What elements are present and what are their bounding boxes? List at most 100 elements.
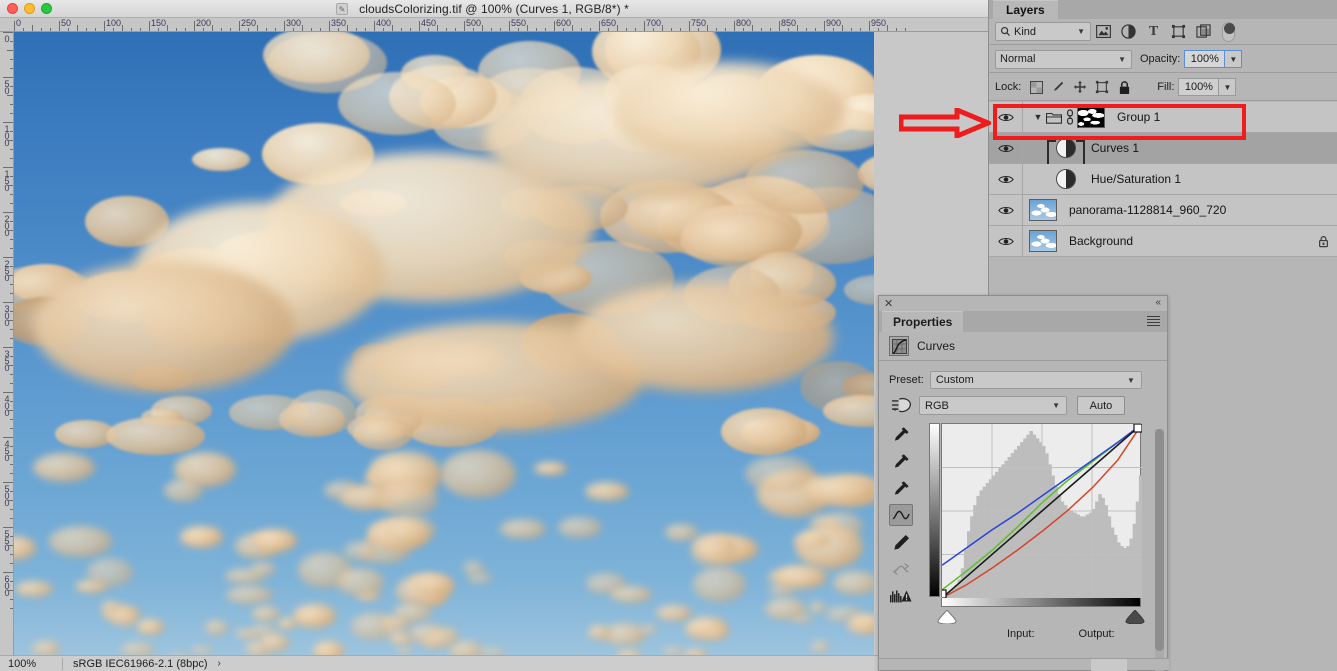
lock-transparent-pixels-icon[interactable] [1025,77,1047,97]
layer-visibility-toggle[interactable] [989,101,1023,133]
curves-plot-area[interactable] [937,423,1143,599]
layer-visibility-toggle[interactable] [989,194,1023,226]
cloud-shape [809,602,826,613]
lock-artboard-icon[interactable] [1091,77,1113,97]
ruler-minor-tick [383,28,384,31]
type-layer-filter-icon[interactable]: T [1141,21,1166,43]
table-row[interactable]: panorama-1128814_960_720 [989,194,1337,226]
horizontal-ruler[interactable]: 0 50 100 150 200 250 300 350 400 450 500 550 600 650 7… [0,18,988,32]
ruler-minor-tick [113,28,114,31]
ruler-minor-tick [7,545,13,546]
ruler-minor-tick [401,28,402,31]
status-expand-arrow[interactable]: › [208,658,221,669]
smart-object-filter-icon[interactable] [1191,21,1216,43]
channel-select[interactable]: RGB ▼ [919,396,1067,415]
ruler-minor-tick [518,28,519,31]
adjustment-thumbnail-selected[interactable] [1045,138,1087,170]
targeted-adjustment-icon[interactable] [887,396,917,415]
vertical-ruler[interactable]: 0 50 100 150 200 250 300 350 400 450 500 550 600 [0,32,14,655]
cloud-shape [192,147,251,172]
cloud-shape [288,390,356,436]
ruler-minor-tick [626,28,627,31]
smooth-curve-icon[interactable] [889,558,913,580]
fill-stepper[interactable]: ▼ [1219,78,1237,96]
layer-name[interactable]: Hue/Saturation 1 [1091,172,1337,186]
image-canvas[interactable] [14,32,874,655]
layer-filter-kind-select[interactable]: Kind ▼ [995,22,1091,41]
layer-visibility-toggle[interactable] [989,225,1023,257]
layer-thumbnail[interactable] [1029,199,1057,221]
histogram-warning-icon[interactable] [889,585,913,607]
white-point-slider[interactable] [1125,610,1145,624]
lock-position-icon[interactable] [1069,77,1091,97]
preset-select[interactable]: Custom ▼ [929,371,1142,389]
gray-point-eyedropper-icon[interactable] [889,450,913,472]
cloud-shape [225,585,274,605]
table-row[interactable]: Curves 1 [989,132,1337,170]
opacity-stepper[interactable]: ▼ [1225,50,1243,68]
curve-point-tool-icon[interactable] [889,504,913,526]
blend-mode-select[interactable]: Normal ▼ [995,49,1132,69]
adjustment-thumbnail-wrap[interactable] [1045,169,1087,189]
layer-visibility-toggle[interactable] [989,132,1023,164]
input-label: Input: [1007,628,1035,640]
collapse-panel-icon[interactable]: « [1155,297,1161,308]
panel-menu-icon[interactable] [1147,316,1160,328]
ruler-minor-tick [10,131,13,132]
histogram-bar [963,549,968,598]
curve-point-white[interactable] [1133,423,1143,433]
table-row[interactable]: ▼ Group 1 [989,101,1337,133]
ruler-major-tick [3,437,13,438]
ruler-minor-tick [815,28,816,31]
histogram-bar [1138,475,1143,598]
adjustment-layer-filter-icon[interactable] [1116,21,1141,43]
zoom-level[interactable]: 100% [0,658,62,670]
tab-layers[interactable]: Layers [993,0,1058,19]
ruler-label: 0 [2,34,12,41]
ruler-label: 350 [2,349,12,370]
layer-name[interactable]: Curves 1 [1091,141,1337,155]
layer-visibility-toggle[interactable] [989,163,1023,195]
cloud-shape [794,532,830,548]
curve-point-black[interactable] [937,589,947,599]
histogram-bar [1035,438,1040,598]
group-disclosure-chevron-icon[interactable]: ▼ [1031,112,1045,122]
cloud-shape [344,541,378,561]
layer-name[interactable]: Background [1069,234,1308,248]
shape-layer-filter-icon[interactable] [1166,21,1191,43]
black-point-eyedropper-icon[interactable] [889,423,913,445]
white-point-eyedropper-icon[interactable] [889,477,913,499]
lock-all-icon[interactable] [1113,77,1135,97]
properties-scrollbar[interactable] [1155,429,1164,671]
pixel-layer-filter-icon[interactable] [1091,21,1116,43]
layer-filter-kind-label: Kind [1014,25,1037,38]
histogram-bar [1010,453,1015,598]
auto-button[interactable]: Auto [1077,396,1125,415]
folder-icon [1045,111,1063,124]
ruler-major-tick [3,392,13,393]
filter-enable-toggle[interactable] [1222,21,1235,42]
ruler-label: 650 [601,18,617,28]
properties-scrollbar-thumb[interactable] [1155,429,1164,651]
ruler-minor-tick [10,266,13,267]
black-point-slider[interactable] [937,610,957,624]
layer-mask-thumbnail[interactable] [1077,106,1105,128]
lock-image-pixels-icon[interactable] [1047,77,1069,97]
fill-input[interactable]: 100% [1178,78,1220,96]
ruler-minor-tick [536,28,537,31]
layer-thumbnail[interactable] [1029,230,1057,252]
table-row[interactable]: Hue/Saturation 1 [989,163,1337,195]
close-icon[interactable]: ✕ [884,297,893,310]
pencil-draw-curve-icon[interactable] [889,531,913,553]
ruler-minor-tick [266,28,267,31]
cloud-shape [101,600,120,613]
preset-row: Preset: Custom ▼ [879,371,1167,389]
opacity-input[interactable]: 100% [1184,50,1226,68]
ruler-major-tick [3,572,13,573]
tab-properties[interactable]: Properties [882,311,964,332]
ruler-label: 250 [241,18,257,28]
layer-mask-link-icon[interactable] [1063,109,1077,125]
layer-name[interactable]: Group 1 [1117,110,1337,124]
layer-name[interactable]: panorama-1128814_960_720 [1069,203,1337,217]
table-row[interactable]: Background [989,225,1337,257]
